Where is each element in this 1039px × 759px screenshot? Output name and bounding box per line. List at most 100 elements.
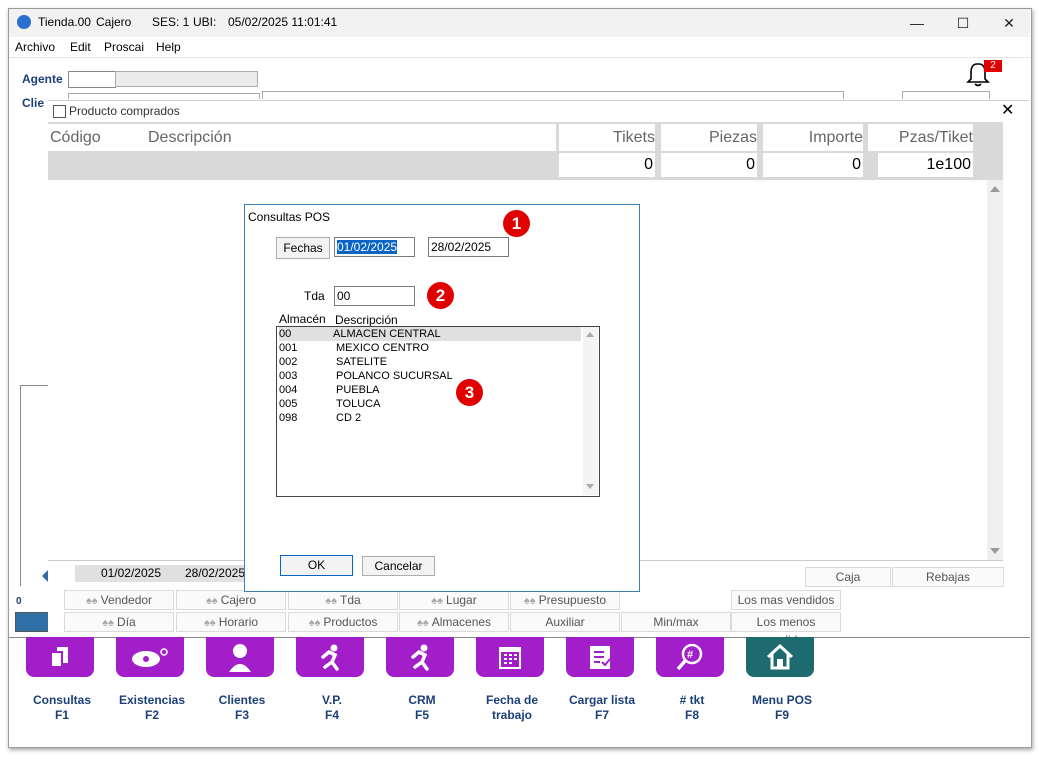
running-man-icon: [411, 644, 429, 671]
crm-label: CRM F5: [408, 693, 436, 722]
tag-search-icon: [132, 648, 168, 667]
tda-input[interactable]: 00: [334, 286, 415, 306]
caja-button[interactable]: Caja: [805, 567, 891, 587]
list-item[interactable]: 004 PUEBLA: [279, 383, 581, 397]
crm-tile[interactable]: [386, 637, 454, 677]
app-role: Cajero: [96, 15, 132, 29]
menu-help[interactable]: Help: [156, 40, 181, 54]
list-item-code: 002: [279, 356, 298, 368]
list-item[interactable]: 002 SATELITE: [279, 355, 581, 369]
vp-label: V.P. F4: [321, 693, 343, 722]
existencias-label: Existencias F2: [118, 693, 186, 722]
window-icon: [53, 105, 66, 118]
dialog-date-from-input[interactable]: 01/02/2025: [334, 237, 415, 257]
annotation-badge-1: 1: [503, 210, 530, 237]
menu-archivo[interactable]: Archivo: [15, 40, 55, 54]
tkt-tile[interactable]: #: [656, 637, 724, 677]
agente-code-field[interactable]: [68, 71, 116, 88]
list-item-name: MEXICO CENTRO: [336, 342, 429, 354]
filter-auxiliar[interactable]: Auxiliar: [510, 612, 620, 632]
dialog-date-from-value: 01/02/2025: [337, 240, 398, 254]
productos-title: Producto comprados: [69, 104, 180, 118]
maximize-button[interactable]: ☐: [940, 9, 986, 37]
people-icon: ♠♠: [85, 595, 101, 607]
list-item-name: PUEBLA: [336, 384, 380, 396]
rebajas-button[interactable]: Rebajas: [892, 567, 1004, 587]
people-icon: ♠♠: [203, 617, 219, 629]
list-item[interactable]: 00 ALMACEN CENTRAL: [279, 327, 581, 341]
filter-min-max[interactable]: Min/max: [621, 612, 731, 632]
minimize-button[interactable]: —: [894, 9, 940, 37]
los-mas-vendidos-button[interactable]: Los mas vendidos: [731, 590, 841, 610]
annotation-badge-2: 2: [427, 282, 454, 309]
list-item-name: CD 2: [336, 412, 362, 424]
list-item-code: 098: [279, 412, 298, 424]
filter-cajero[interactable]: ♠♠ Cajero: [176, 590, 286, 610]
scroll-down-icon[interactable]: [990, 548, 1000, 554]
list-item[interactable]: 005 TOLUCA: [279, 397, 581, 411]
filter-tda-label: Tda: [340, 593, 361, 607]
list-item[interactable]: 098 CD 2: [279, 411, 581, 425]
copy-icon: [50, 647, 68, 668]
search-number-icon: #: [676, 643, 703, 671]
filter-lugar-label: Lugar: [446, 593, 477, 607]
filter-productos-label: Productos: [323, 615, 378, 629]
people-icon: ♠♠: [102, 617, 118, 629]
vp-tile[interactable]: [296, 637, 364, 677]
cliente-row-fields: [262, 91, 844, 99]
menu-proscai[interactable]: Proscai: [104, 40, 144, 54]
filter-presupuesto[interactable]: ♠♠ Presupuesto: [510, 590, 620, 610]
list-item-name: ALMACEN CENTRAL: [333, 328, 441, 340]
checklist-icon: [590, 646, 611, 669]
filter-almacenes[interactable]: ♠♠ Almacenes: [399, 612, 509, 632]
scroll-up-icon[interactable]: [990, 186, 1000, 192]
cancel-button[interactable]: Cancelar: [362, 556, 435, 576]
subwindow-date-to[interactable]: 28/02/2025: [165, 565, 245, 582]
home-icon: [766, 643, 794, 670]
close-window-button[interactable]: ✕: [986, 9, 1032, 37]
list-scrollbar[interactable]: [583, 327, 598, 495]
subwindow-date-from[interactable]: 01/02/2025: [75, 565, 165, 582]
left-panel-frame: [20, 385, 49, 586]
ok-button[interactable]: OK: [280, 555, 353, 576]
results-scrollbar[interactable]: [987, 180, 1003, 560]
close-productos-button[interactable]: ✕: [1001, 100, 1014, 120]
list-item[interactable]: 003 POLANCO SUCURSAL: [279, 369, 581, 383]
filter-productos[interactable]: ♠♠ Productos: [288, 612, 398, 632]
running-man-icon: [321, 644, 339, 671]
list-item[interactable]: 001 MEXICO CENTRO: [279, 341, 581, 355]
filter-dia[interactable]: ♠♠ Día: [64, 612, 174, 632]
list-scroll-down-icon[interactable]: [586, 484, 594, 489]
existencias-tile[interactable]: [116, 637, 184, 677]
cargar-lista-tile[interactable]: [566, 637, 634, 677]
right-field: [902, 91, 990, 99]
filter-tda[interactable]: ♠♠ Tda: [288, 590, 398, 610]
filter-horario[interactable]: ♠♠ Horario: [176, 612, 286, 632]
filter-lugar[interactable]: ♠♠ Lugar: [399, 590, 509, 610]
col-tikets: Tikets: [559, 124, 655, 151]
list-item-name: SATELITE: [336, 356, 388, 368]
list-item-code: 003: [279, 370, 298, 382]
people-icon: ♠♠: [523, 595, 539, 607]
ubi-label: UBI:: [193, 15, 217, 29]
menu-edit[interactable]: Edit: [70, 40, 91, 54]
fechas-button[interactable]: Fechas: [276, 237, 330, 259]
fecha-trabajo-tile[interactable]: [476, 637, 544, 677]
los-menos-vendidos-button[interactable]: Los menos vendidos: [731, 612, 841, 647]
list-item-code: 005: [279, 398, 298, 410]
people-icon: ♠♠: [205, 595, 221, 607]
consultas-tile[interactable]: [26, 637, 94, 677]
session-label: SES: 1: [152, 15, 190, 29]
total-pzas-tiket: 1e100: [878, 153, 973, 177]
col-codigo: Código: [48, 124, 146, 151]
list-scroll-up-icon[interactable]: [586, 332, 594, 337]
dialog-date-to-input[interactable]: 28/02/2025: [428, 237, 509, 257]
filter-dia-label: Día: [117, 615, 136, 629]
cliente-field[interactable]: [68, 93, 260, 99]
calendar-icon: [499, 647, 521, 669]
filter-horario-label: Horario: [218, 615, 259, 629]
people-icon: ♠♠: [416, 617, 432, 629]
filter-vendedor[interactable]: ♠♠ Vendedor: [64, 590, 174, 610]
menu-pos-tile[interactable]: [746, 637, 814, 677]
clientes-tile[interactable]: [206, 637, 274, 677]
